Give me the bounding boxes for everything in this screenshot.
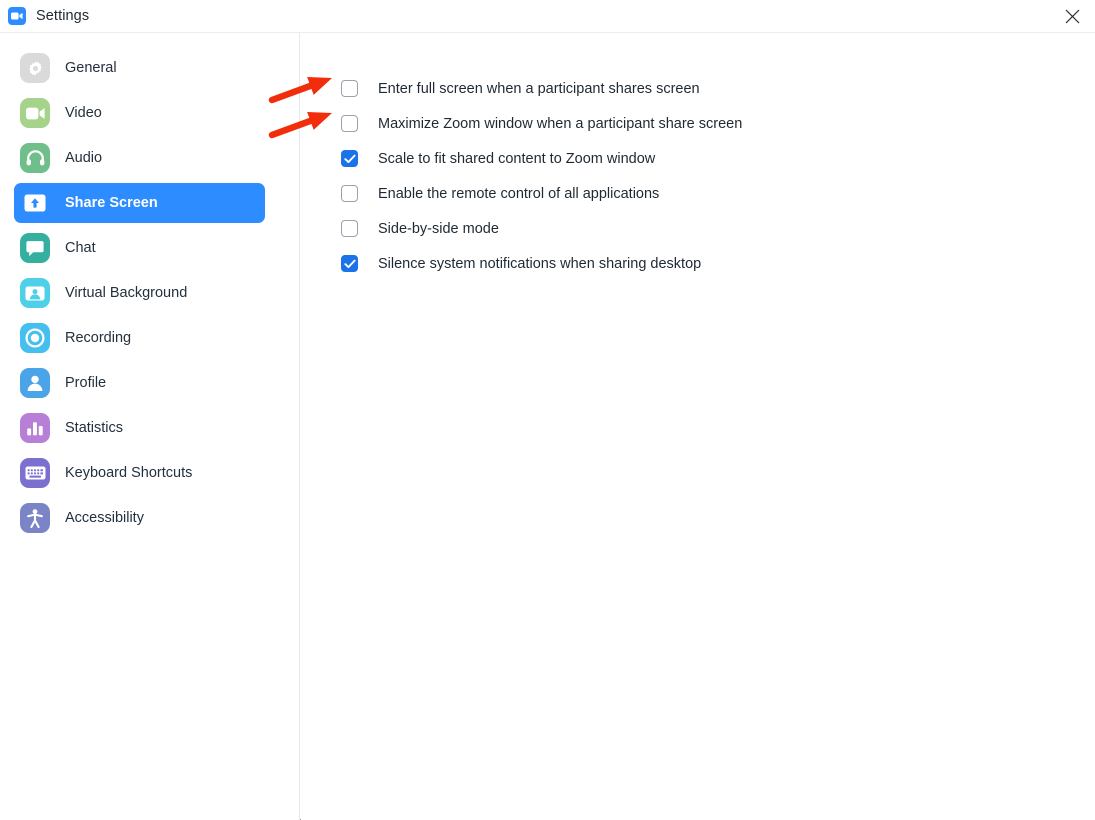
option-label: Maximize Zoom window when a participant … bbox=[378, 116, 742, 132]
option-label: Enter full screen when a participant sha… bbox=[378, 81, 700, 97]
option-row[interactable]: Silence system notifications when sharin… bbox=[341, 246, 742, 281]
option-row[interactable]: Scale to fit shared content to Zoom wind… bbox=[341, 141, 742, 176]
sidebar-item-label: Accessibility bbox=[65, 510, 144, 526]
sidebar-item-chat[interactable]: Chat bbox=[14, 228, 265, 268]
chat-bubble-icon bbox=[20, 233, 50, 263]
sidebar-item-accessibility[interactable]: Accessibility bbox=[14, 498, 265, 538]
gear-icon bbox=[20, 53, 50, 83]
sidebar-item-audio[interactable]: Audio bbox=[14, 138, 265, 178]
video-camera-icon bbox=[20, 98, 50, 128]
option-row[interactable]: Enter full screen when a participant sha… bbox=[341, 71, 742, 106]
sidebar-item-statistics[interactable]: Statistics bbox=[14, 408, 265, 448]
share-screen-options-list: Enter full screen when a participant sha… bbox=[341, 71, 742, 281]
option-row[interactable]: Enable the remote control of all applica… bbox=[341, 176, 742, 211]
sidebar: General Video Audio Share Screen Chat Virtual… bbox=[0, 33, 300, 820]
option-label: Side-by-side mode bbox=[378, 221, 499, 237]
sidebar-item-label: Chat bbox=[65, 240, 96, 256]
option-label: Enable the remote control of all applica… bbox=[378, 186, 659, 202]
option-row[interactable]: Maximize Zoom window when a participant … bbox=[341, 106, 742, 141]
checkbox-scale-to-fit-shared-content-to-zoom-window[interactable] bbox=[341, 150, 358, 167]
sidebar-item-label: Virtual Background bbox=[65, 285, 187, 301]
sidebar-item-label: Share Screen bbox=[65, 195, 158, 211]
settings-window: Settings General Video Audio Share Screen Ch… bbox=[0, 0, 1095, 820]
sidebar-item-label: Profile bbox=[65, 375, 106, 391]
sidebar-item-label: Statistics bbox=[65, 420, 123, 436]
sidebar-item-general[interactable]: General bbox=[14, 48, 265, 88]
bar-chart-icon bbox=[20, 413, 50, 443]
headphones-icon bbox=[20, 143, 50, 173]
sidebar-item-label: Keyboard Shortcuts bbox=[65, 465, 192, 481]
checkbox-silence-system-notifications-when-sharing-desktop[interactable] bbox=[341, 255, 358, 272]
sidebar-item-keyboard-shortcuts[interactable]: Keyboard Shortcuts bbox=[14, 453, 265, 493]
accessibility-icon bbox=[20, 503, 50, 533]
sidebar-item-label: Recording bbox=[65, 330, 131, 346]
window-title: Settings bbox=[36, 8, 89, 24]
person-card-icon bbox=[20, 278, 50, 308]
record-circle-icon bbox=[20, 323, 50, 353]
title-bar: Settings bbox=[0, 0, 1095, 33]
close-icon[interactable] bbox=[1049, 0, 1095, 32]
person-icon bbox=[20, 368, 50, 398]
checkbox-maximize-zoom-window-when-a-participant-share-screen[interactable] bbox=[341, 115, 358, 132]
option-label: Silence system notifications when sharin… bbox=[378, 256, 701, 272]
keyboard-icon bbox=[20, 458, 50, 488]
sidebar-item-label: Audio bbox=[65, 150, 102, 166]
sidebar-item-virtual-background[interactable]: Virtual Background bbox=[14, 273, 265, 313]
sidebar-item-label: General bbox=[65, 60, 117, 76]
option-label: Scale to fit shared content to Zoom wind… bbox=[378, 151, 655, 167]
sidebar-item-recording[interactable]: Recording bbox=[14, 318, 265, 358]
share-screen-settings-panel: Enter full screen when a participant sha… bbox=[301, 33, 1095, 820]
checkbox-enable-the-remote-control-of-all-applications[interactable] bbox=[341, 185, 358, 202]
sidebar-item-label: Video bbox=[65, 105, 102, 121]
sidebar-item-video[interactable]: Video bbox=[14, 93, 265, 133]
zoom-camera-icon bbox=[8, 7, 26, 25]
checkbox-enter-full-screen-when-a-participant-shares-screen[interactable] bbox=[341, 80, 358, 97]
sidebar-item-share-screen[interactable]: Share Screen bbox=[14, 183, 265, 223]
option-row[interactable]: Side-by-side mode bbox=[341, 211, 742, 246]
upload-share-icon bbox=[20, 188, 50, 218]
checkbox-side-by-side-mode[interactable] bbox=[341, 220, 358, 237]
sidebar-item-profile[interactable]: Profile bbox=[14, 363, 265, 403]
